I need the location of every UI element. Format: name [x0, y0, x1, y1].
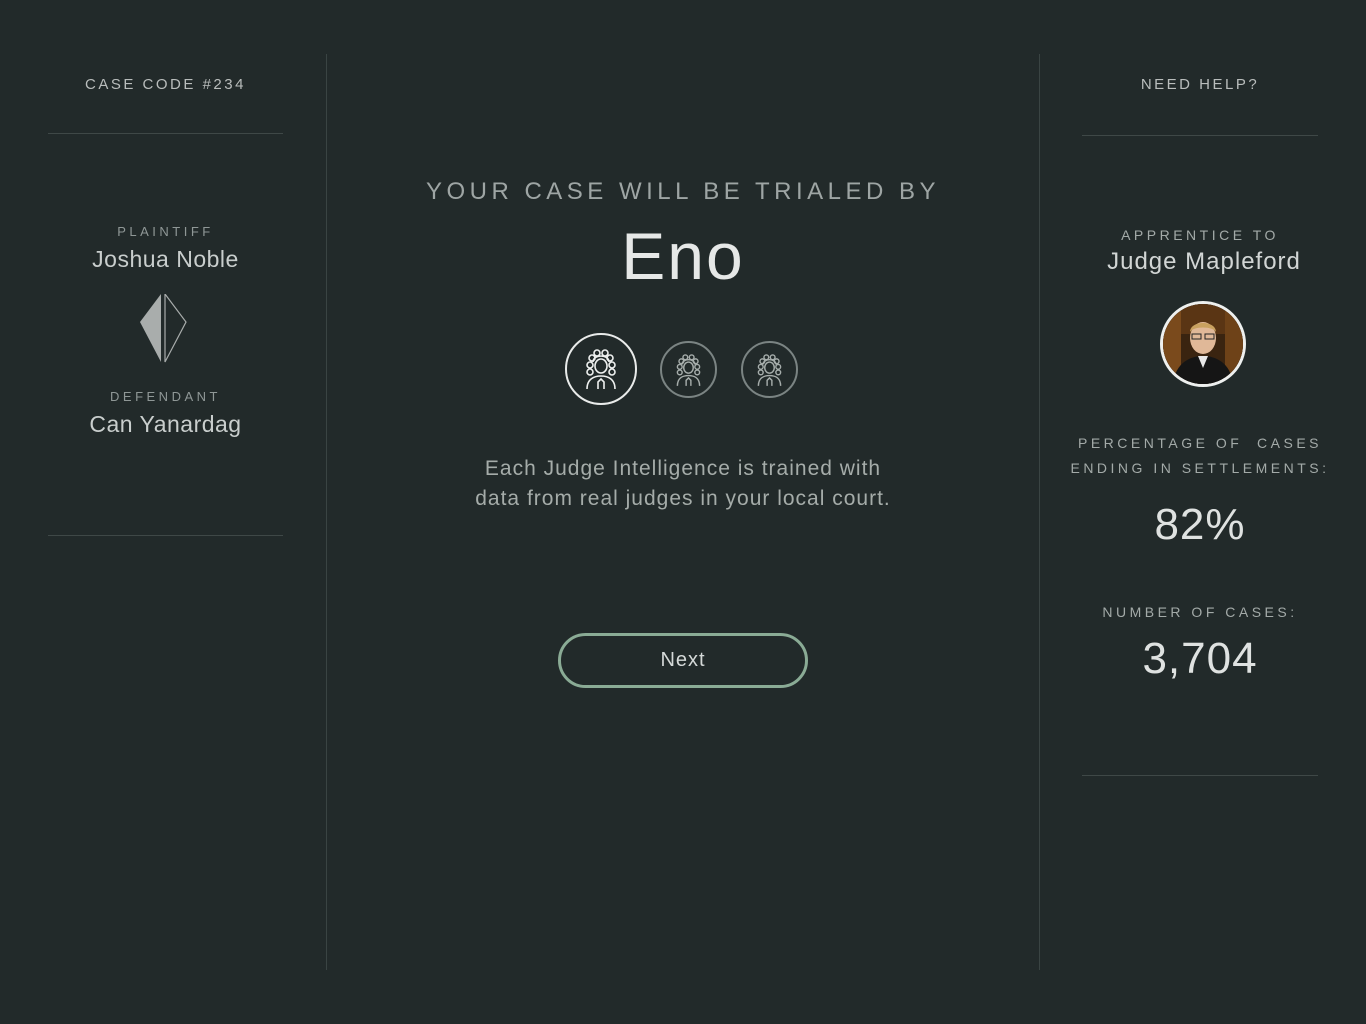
judge-wig-icon: [676, 353, 701, 386]
judge-wig-icon: [586, 349, 616, 390]
judge-option-3[interactable]: [741, 341, 798, 398]
plaintiff-label: PLAINTIFF: [117, 224, 214, 239]
case-code: CASE CODE #234: [85, 76, 246, 93]
settlement-label-line-2: ENDING IN SETTLEMENTS:: [1070, 460, 1330, 476]
mentor-avatar: [1160, 301, 1246, 387]
need-help-link[interactable]: NEED HELP?: [1082, 76, 1318, 93]
plaintiff-name: Joshua Noble: [92, 246, 239, 272]
judge-description: Each Judge Intelligence is trained with …: [327, 454, 1039, 514]
crystal-icon: [138, 292, 188, 364]
trial-heading: YOUR CASE WILL BE TRIALED BY: [425, 178, 941, 205]
cases-label: NUMBER OF CASES:: [1102, 604, 1298, 620]
right-column-divider: [1039, 54, 1040, 970]
settlement-label-line-1: PERCENTAGE OF CASES: [1078, 435, 1322, 451]
left-bottom-divider: [48, 535, 283, 536]
left-top-divider: [48, 133, 283, 134]
next-button[interactable]: Next: [558, 633, 808, 688]
right-top-divider: [1082, 135, 1318, 136]
settlement-value: 82%: [1154, 500, 1246, 549]
mentor-name: Judge Mapleford: [1107, 248, 1301, 275]
description-line-2: data from real judges in your local cour…: [475, 487, 891, 510]
apprentice-label: APPRENTICE TO: [1121, 227, 1279, 243]
settlement-label: PERCENTAGE OF CASES ENDING IN SETTLEMENT…: [1040, 431, 1360, 481]
judge-portrait: [1163, 304, 1243, 384]
judge-name: Eno: [621, 219, 745, 293]
defendant-label: DEFENDANT: [110, 389, 221, 404]
judge-wig-icon: [757, 353, 782, 386]
right-bottom-divider: [1082, 775, 1318, 776]
defendant-name: Can Yanardag: [89, 411, 242, 437]
judge-option-2[interactable]: [660, 341, 717, 398]
judge-option-1[interactable]: [565, 333, 637, 405]
cases-value: 3,704: [1142, 634, 1258, 683]
description-line-1: Each Judge Intelligence is trained with: [484, 457, 882, 480]
